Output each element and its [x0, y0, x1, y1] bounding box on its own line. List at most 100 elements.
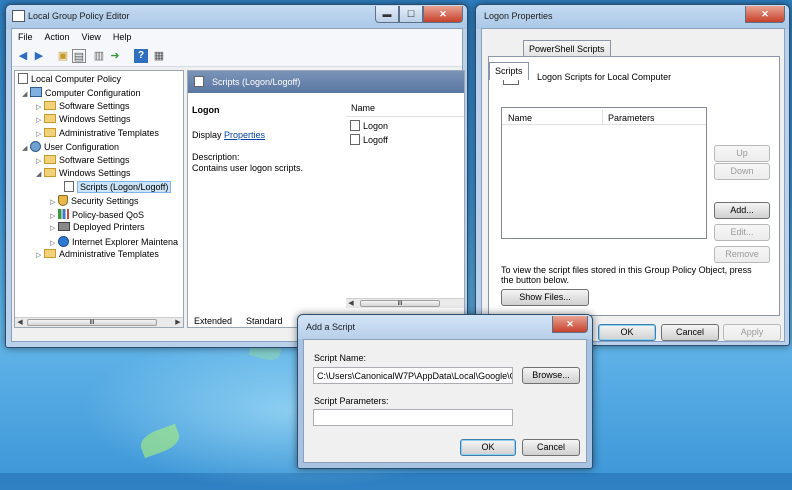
add-script-cancel-button[interactable]: Cancel: [522, 439, 580, 456]
list-hscrollbar[interactable]: ◀ III: [346, 298, 464, 309]
script-icon: [350, 134, 360, 145]
close-button[interactable]: ✕: [423, 6, 463, 23]
tree-item-user-config[interactable]: ◢ User Configuration: [22, 141, 119, 152]
tree-item-security[interactable]: ▷ Security Settings: [50, 195, 139, 206]
tree-scroll-thumb[interactable]: III: [27, 319, 157, 326]
view-icon[interactable]: ▦: [152, 49, 166, 63]
up-folder-icon[interactable]: ▣: [56, 49, 70, 63]
maximize-button[interactable]: ☐: [399, 6, 423, 23]
back-icon[interactable]: ◀: [16, 49, 30, 63]
tree-item-uc-admin[interactable]: ▷ Administrative Templates: [36, 249, 159, 259]
down-button[interactable]: Down: [714, 163, 770, 180]
script-params-label: Script Parameters:: [314, 396, 389, 406]
tree-item-root[interactable]: Local Computer Policy: [18, 73, 121, 84]
expand-icon[interactable]: ▷: [36, 251, 44, 259]
tab-extended[interactable]: Extended: [194, 316, 232, 326]
cancel-button[interactable]: Cancel: [661, 324, 719, 341]
edit-button[interactable]: Edit...: [714, 224, 770, 241]
menu-help[interactable]: Help: [107, 29, 138, 42]
script-name-input[interactable]: C:\Users\CanonicalW7P\AppData\Local\Goog…: [313, 367, 513, 384]
close-button[interactable]: ✕: [552, 316, 588, 333]
detail-pane: Scripts (Logon/Logoff) Logon Display Pro…: [187, 70, 465, 328]
tree-item-scripts[interactable]: Scripts (Logon/Logoff): [64, 181, 172, 193]
show-hide-tree-icon[interactable]: ▤: [72, 49, 86, 63]
column-parameters[interactable]: Parameters: [608, 113, 655, 123]
display-properties-text: Display Properties: [192, 130, 265, 140]
add-script-client: Script Name: C:\Users\CanonicalW7P\AppDa…: [303, 339, 587, 463]
column-header-name[interactable]: Name: [351, 103, 375, 113]
remove-button[interactable]: Remove: [714, 246, 770, 263]
add-script-title: Add a Script: [306, 322, 356, 332]
scripts-listview[interactable]: Name Parameters: [501, 107, 707, 239]
tree-item-computer-config[interactable]: ◢ Computer Configuration: [22, 87, 141, 98]
export-list-icon[interactable]: ➜: [108, 49, 122, 63]
list-item-logon[interactable]: Logon: [350, 120, 388, 131]
expand-icon[interactable]: ▷: [36, 116, 44, 124]
column-name[interactable]: Name: [508, 113, 532, 123]
list-item-logoff[interactable]: Logoff: [350, 134, 388, 145]
expand-icon[interactable]: ▷: [36, 103, 44, 111]
script-params-input[interactable]: [313, 409, 513, 426]
expand-icon[interactable]: ▷: [50, 239, 58, 247]
properties-icon[interactable]: ▥: [92, 49, 106, 63]
show-files-button[interactable]: Show Files...: [501, 289, 589, 306]
forward-icon[interactable]: ▶: [32, 49, 46, 63]
scroll-left-icon[interactable]: ◀: [15, 318, 25, 327]
detail-heading: Logon: [192, 105, 220, 115]
folder-icon: [44, 155, 56, 164]
properties-link[interactable]: Properties: [224, 130, 265, 140]
tree-item-uc-windows[interactable]: ◢ Windows Settings: [36, 168, 131, 178]
tree-item-cc-admin[interactable]: ▷ Administrative Templates: [36, 128, 159, 138]
up-button[interactable]: Up: [714, 145, 770, 162]
browse-button[interactable]: Browse...: [522, 367, 580, 384]
collapse-icon[interactable]: ◢: [22, 144, 30, 152]
policy-icon: [18, 73, 28, 84]
logon-titlebar[interactable]: Logon Properties ✕: [476, 5, 789, 29]
list-scroll-thumb[interactable]: III: [360, 300, 440, 307]
description-label: Description:: [192, 152, 240, 162]
detail-header-title: Scripts (Logon/Logoff): [212, 77, 301, 87]
tree-item-ie[interactable]: ▷ Internet Explorer Maintena: [50, 236, 178, 247]
tree-hscrollbar[interactable]: ◀ III ▶: [15, 317, 183, 327]
qos-icon: [58, 209, 69, 219]
gpe-titlebar[interactable]: Local Group Policy Editor ▬ ☐ ✕: [6, 5, 467, 29]
user-icon: [30, 141, 41, 152]
add-script-titlebar[interactable]: Add a Script ✕: [298, 315, 592, 339]
add-script-ok-button[interactable]: OK: [460, 439, 516, 456]
expand-icon[interactable]: ▷: [50, 224, 58, 232]
menu-view[interactable]: View: [76, 29, 107, 42]
expand-icon[interactable]: ▷: [36, 157, 44, 165]
tree-item-uc-software[interactable]: ▷ Software Settings: [36, 155, 130, 165]
apply-button[interactable]: Apply: [723, 324, 781, 341]
expand-icon[interactable]: ▷: [50, 212, 58, 220]
minimize-button[interactable]: ▬: [375, 6, 399, 23]
tree-pane: Local Computer Policy ◢ Computer Configur…: [14, 70, 184, 328]
help-icon[interactable]: ?: [134, 49, 148, 63]
tab-standard[interactable]: Standard: [246, 316, 283, 326]
display-prefix: Display: [192, 130, 222, 140]
menu-file[interactable]: File: [12, 29, 39, 42]
scroll-left-icon[interactable]: ◀: [346, 299, 356, 309]
gpe-menubar: File Action View Help: [12, 29, 462, 45]
collapse-icon[interactable]: ◢: [36, 170, 44, 178]
close-button[interactable]: ✕: [745, 6, 785, 23]
scripts-header-icon: [194, 76, 204, 87]
scripts-icon: [64, 181, 74, 192]
ok-button[interactable]: OK: [598, 324, 656, 341]
tree-item-qos[interactable]: ▷ Policy-based QoS: [50, 209, 144, 220]
tree-item-cc-windows[interactable]: ▷ Windows Settings: [36, 114, 131, 124]
info-line-2: the button below.: [501, 275, 570, 285]
items-list: Name Logon Logoff ◀ III: [346, 99, 464, 327]
expand-icon[interactable]: ▷: [50, 198, 58, 206]
collapse-icon[interactable]: ◢: [22, 90, 30, 98]
tree-item-printers[interactable]: ▷ Deployed Printers: [50, 222, 145, 232]
tree-item-cc-software[interactable]: ▷ Software Settings: [36, 101, 130, 111]
scroll-right-icon[interactable]: ▶: [173, 318, 183, 327]
tab-powershell[interactable]: PowerShell Scripts: [523, 40, 611, 56]
expand-icon[interactable]: ▷: [36, 130, 44, 138]
menu-action[interactable]: Action: [39, 29, 76, 42]
gpe-client: File Action View Help ◀ ▶ ▣ ▤ ▥ ➜ ? ▦ Local…: [11, 28, 465, 342]
tab-scripts[interactable]: Scripts: [489, 62, 529, 80]
list-header-line: [346, 116, 464, 117]
add-button[interactable]: Add...: [714, 202, 770, 219]
